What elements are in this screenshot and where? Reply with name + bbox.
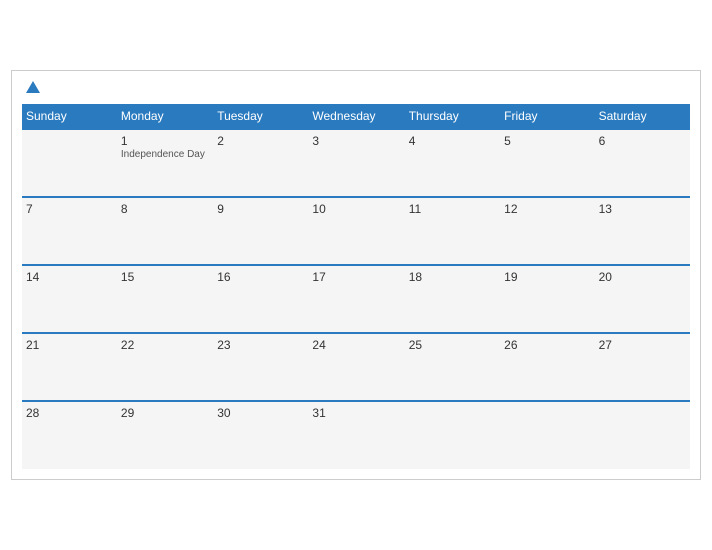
day-number: 2 (217, 134, 304, 148)
day-number: 24 (312, 338, 400, 352)
calendar-cell: 3 (308, 129, 404, 197)
calendar-cell: 15 (117, 265, 213, 333)
day-number: 7 (26, 202, 113, 216)
day-header-tuesday: Tuesday (213, 104, 308, 129)
day-number: 31 (312, 406, 400, 420)
day-number: 23 (217, 338, 304, 352)
logo (22, 81, 40, 94)
calendar-wrapper: SundayMondayTuesdayWednesdayThursdayFrid… (11, 70, 701, 480)
day-number: 30 (217, 406, 304, 420)
calendar-cell: 19 (500, 265, 594, 333)
day-header-friday: Friday (500, 104, 594, 129)
calendar-cell (595, 401, 690, 469)
calendar-cell: 11 (405, 197, 500, 265)
calendar-cell: 29 (117, 401, 213, 469)
calendar-cell: 16 (213, 265, 308, 333)
calendar-cell: 25 (405, 333, 500, 401)
day-number: 21 (26, 338, 113, 352)
calendar-cell: 23 (213, 333, 308, 401)
logo-blue-text (22, 81, 40, 94)
logo-triangle-icon (26, 81, 40, 93)
day-number: 28 (26, 406, 113, 420)
day-number: 6 (599, 134, 686, 148)
week-row-3: 14 15 16 17 18 19 20 (22, 265, 690, 333)
day-header-monday: Monday (117, 104, 213, 129)
calendar-cell: 22 (117, 333, 213, 401)
day-number: 20 (599, 270, 686, 284)
calendar-cell (22, 129, 117, 197)
calendar-cell: 18 (405, 265, 500, 333)
calendar-cell: 5 (500, 129, 594, 197)
calendar-table: SundayMondayTuesdayWednesdayThursdayFrid… (22, 104, 690, 469)
day-number: 3 (312, 134, 400, 148)
calendar-cell: 8 (117, 197, 213, 265)
day-headers-row: SundayMondayTuesdayWednesdayThursdayFrid… (22, 104, 690, 129)
calendar-cell: 1Independence Day (117, 129, 213, 197)
day-number: 5 (504, 134, 590, 148)
calendar-cell: 12 (500, 197, 594, 265)
calendar-cell: 14 (22, 265, 117, 333)
day-number: 29 (121, 406, 209, 420)
day-number: 9 (217, 202, 304, 216)
day-number: 25 (409, 338, 496, 352)
day-number: 22 (121, 338, 209, 352)
week-row-4: 21 22 23 24 25 26 27 (22, 333, 690, 401)
day-number: 12 (504, 202, 590, 216)
day-header-wednesday: Wednesday (308, 104, 404, 129)
calendar-cell: 9 (213, 197, 308, 265)
day-number: 15 (121, 270, 209, 284)
day-number: 1 (121, 134, 209, 148)
calendar-cell: 6 (595, 129, 690, 197)
week-row-5: 28 29 30 31 (22, 401, 690, 469)
calendar-cell: 20 (595, 265, 690, 333)
calendar-cell: 13 (595, 197, 690, 265)
calendar-cell: 26 (500, 333, 594, 401)
day-number: 19 (504, 270, 590, 284)
day-number: 11 (409, 202, 496, 216)
calendar-cell: 28 (22, 401, 117, 469)
day-number: 8 (121, 202, 209, 216)
calendar-header (22, 81, 690, 94)
day-number: 18 (409, 270, 496, 284)
day-header-thursday: Thursday (405, 104, 500, 129)
day-number: 27 (599, 338, 686, 352)
day-number: 17 (312, 270, 400, 284)
week-row-1: 1Independence Day 23456 (22, 129, 690, 197)
day-header-saturday: Saturday (595, 104, 690, 129)
calendar-cell: 24 (308, 333, 404, 401)
day-number: 16 (217, 270, 304, 284)
day-number: 13 (599, 202, 686, 216)
calendar-cell: 21 (22, 333, 117, 401)
calendar-cell: 17 (308, 265, 404, 333)
calendar-cell: 2 (213, 129, 308, 197)
week-row-2: 789 10 11 12 13 (22, 197, 690, 265)
calendar-cell: 7 (22, 197, 117, 265)
day-number: 10 (312, 202, 400, 216)
calendar-cell: 31 (308, 401, 404, 469)
calendar-cell (405, 401, 500, 469)
calendar-cell (500, 401, 594, 469)
calendar-cell: 4 (405, 129, 500, 197)
day-number: 26 (504, 338, 590, 352)
holiday-label: Independence Day (121, 149, 209, 160)
calendar-cell: 10 (308, 197, 404, 265)
day-number: 14 (26, 270, 113, 284)
calendar-cell: 27 (595, 333, 690, 401)
calendar-cell: 30 (213, 401, 308, 469)
day-number: 4 (409, 134, 496, 148)
day-header-sunday: Sunday (22, 104, 117, 129)
